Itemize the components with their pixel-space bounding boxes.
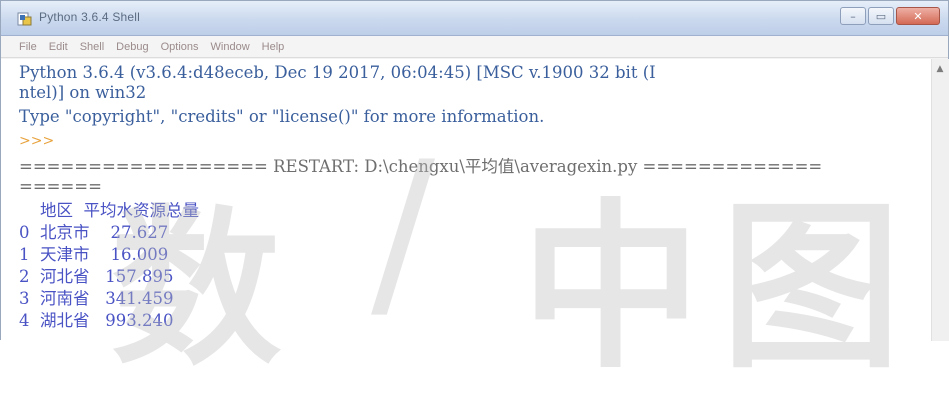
close-button[interactable]: ✕ <box>896 7 940 25</box>
python-app-icon <box>17 12 32 26</box>
table-row: 1 天津市 16.009 <box>19 245 169 264</box>
shell-prompt: >>> <box>19 133 55 149</box>
menu-debug[interactable]: Debug <box>116 41 148 53</box>
menu-bar: File Edit Shell Debug Options Window Hel… <box>1 36 948 58</box>
scroll-up-icon[interactable]: ▲ <box>935 65 945 74</box>
table-row: 3 河南省 341.459 <box>19 289 174 308</box>
banner-line-1: Python 3.6.4 (v3.6.4:d48eceb, Dec 19 201… <box>19 63 656 82</box>
menu-options[interactable]: Options <box>161 41 199 53</box>
minimize-icon: – <box>850 9 856 23</box>
restart-line-continued: ====== <box>19 177 102 196</box>
menu-shell[interactable]: Shell <box>80 41 104 53</box>
banner-line-2: ntel)] on win32 <box>19 83 147 102</box>
close-icon: ✕ <box>913 9 923 23</box>
table-row: 2 河北省 157.895 <box>19 267 174 286</box>
title-bar[interactable]: Python 3.6.4 Shell – ▭ ✕ <box>1 1 948 36</box>
banner-line-3: Type "copyright", "credits" or "license(… <box>19 107 545 126</box>
restart-line: ================== RESTART: D:\chengxu\平… <box>19 157 823 176</box>
menu-window[interactable]: Window <box>211 41 250 53</box>
maximize-icon: ▭ <box>875 9 887 23</box>
menu-file[interactable]: File <box>19 41 37 53</box>
table-row: 0 北京市 27.627 <box>19 223 169 242</box>
menu-help[interactable]: Help <box>262 41 285 53</box>
table-row: 4 湖北省 993.240 <box>19 311 174 330</box>
window-title: Python 3.6.4 Shell <box>39 10 141 24</box>
vertical-scrollbar[interactable]: ▲ <box>931 59 949 341</box>
maximize-button[interactable]: ▭ <box>868 7 894 25</box>
table-header: 地区 平均水资源总量 <box>19 201 199 220</box>
menu-edit[interactable]: Edit <box>49 41 68 53</box>
minimize-button[interactable]: – <box>840 7 866 25</box>
window-controls: – ▭ ✕ <box>838 7 940 27</box>
shell-text-area[interactable]: Python 3.6.4 (v3.6.4:d48eceb, Dec 19 201… <box>1 59 931 341</box>
python-shell-window: Python 3.6.4 Shell – ▭ ✕ File Edit Shell… <box>0 0 949 393</box>
